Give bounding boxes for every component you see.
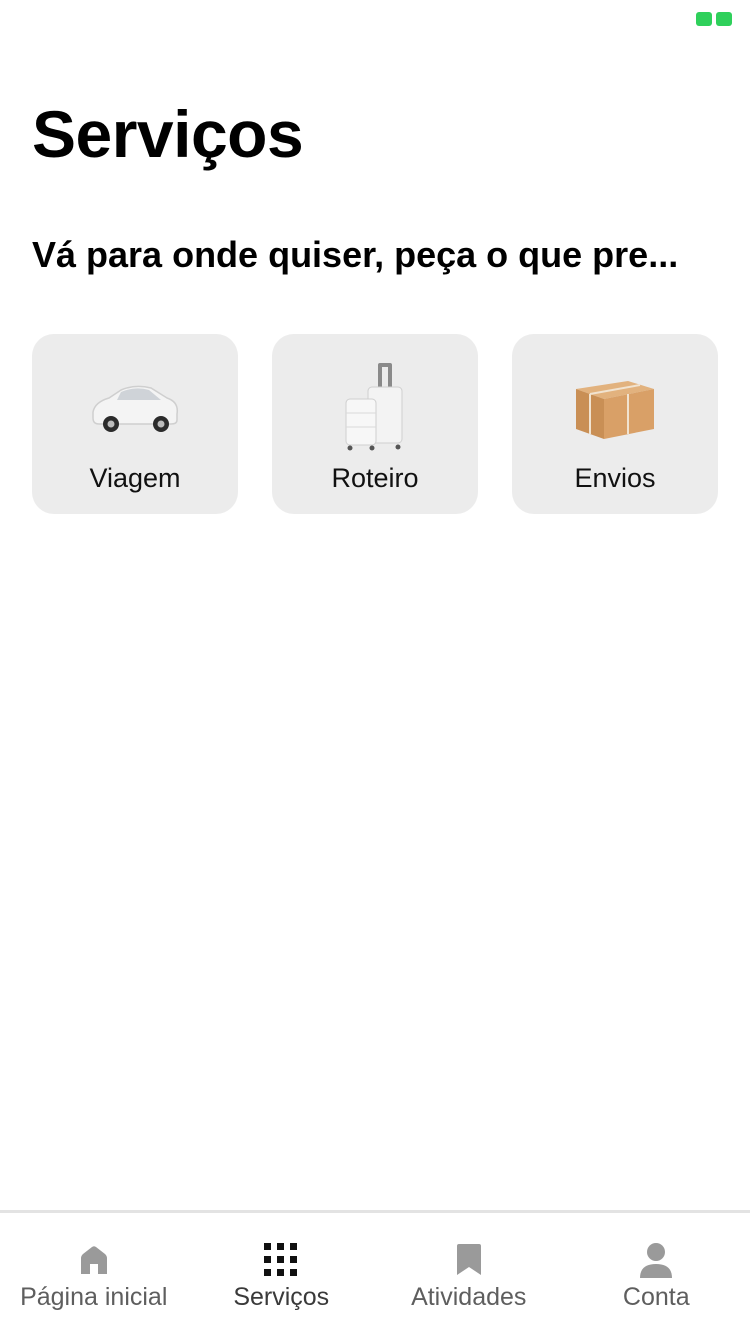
page-subtitle: Vá para onde quiser, peça o que pre... [32, 234, 679, 275]
tab-label: Página inicial [20, 1283, 168, 1311]
package-icon [555, 360, 675, 456]
status-indicator [696, 12, 732, 26]
status-dot-right [716, 12, 732, 26]
tab-pagina-inicial[interactable]: Página inicial [0, 1213, 188, 1334]
tile-envios[interactable]: Envios [512, 334, 718, 514]
person-icon [637, 1241, 675, 1279]
tab-conta[interactable]: Conta [563, 1213, 750, 1334]
luggage-icon [315, 360, 435, 456]
bottom-tab-bar: Página inicial Serviços Atividades Conta [0, 1210, 750, 1334]
status-dot-left [696, 12, 712, 26]
service-tiles: Viagem Roteiro Envios [32, 334, 718, 514]
tile-viagem[interactable]: Viagem [32, 334, 238, 514]
home-icon [75, 1241, 113, 1279]
tab-label: Atividades [411, 1283, 527, 1311]
grid-icon [262, 1241, 300, 1279]
tab-label: Serviços [233, 1283, 330, 1311]
bookmark-icon [450, 1241, 488, 1279]
tab-label: Conta [622, 1283, 690, 1311]
page-title: Serviços [32, 97, 304, 171]
tab-servicos[interactable]: Serviços [188, 1213, 376, 1334]
tab-atividades[interactable]: Atividades [375, 1213, 563, 1334]
tile-label: Envios [574, 463, 656, 493]
tile-label: Roteiro [331, 463, 419, 493]
tile-label: Viagem [89, 463, 181, 493]
car-icon [75, 360, 195, 456]
tile-roteiro[interactable]: Roteiro [272, 334, 478, 514]
